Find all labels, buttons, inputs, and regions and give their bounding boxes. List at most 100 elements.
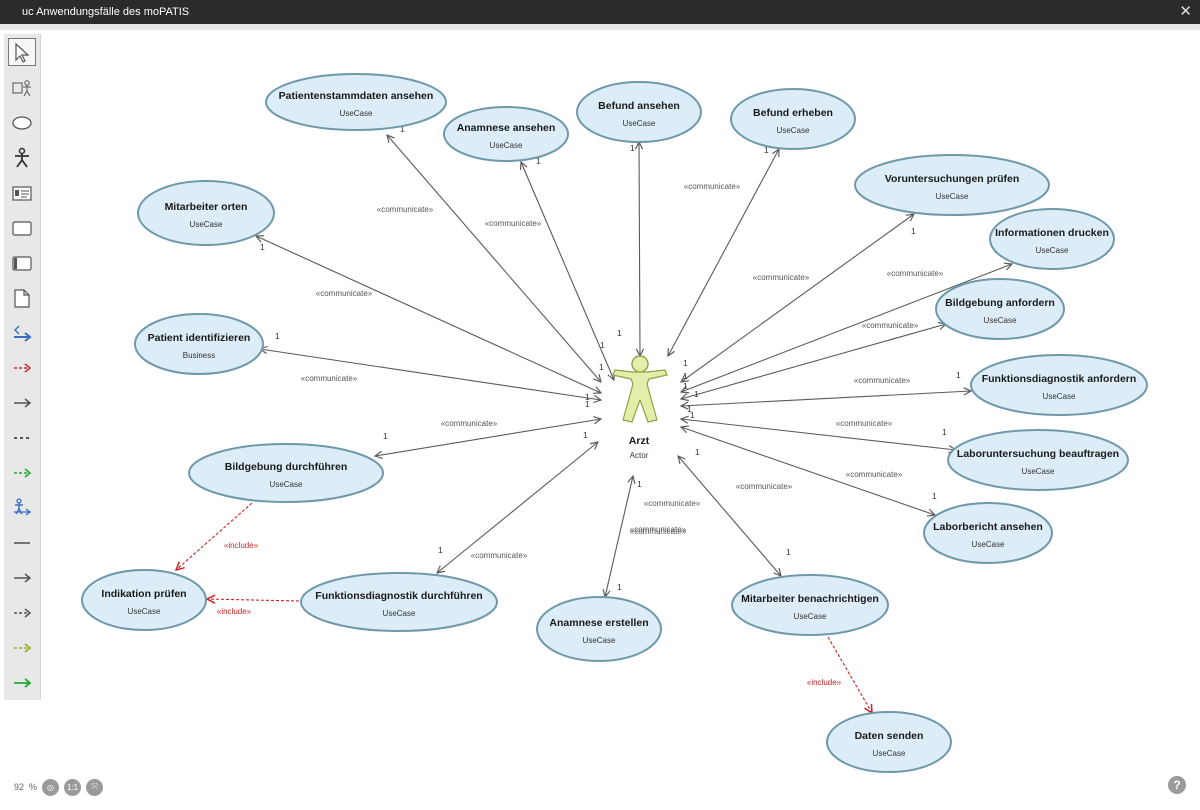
usecase-u1[interactable]: Patientenstammdaten ansehen UseCase [265, 73, 447, 131]
usecase-u13[interactable]: Laborbericht ansehen UseCase [923, 502, 1053, 564]
usecase-name: Bildgebung durchführen [225, 461, 348, 473]
usecase-u17[interactable]: Mitarbeiter benachrichtigen UseCase [731, 574, 889, 636]
association-line-u1[interactable] [387, 135, 601, 382]
multiplicity-usecase: 1 [911, 226, 916, 236]
multiplicity-usecase: 1 [260, 242, 265, 252]
association-line-u3[interactable] [639, 142, 640, 356]
association-line-u7[interactable] [256, 236, 601, 393]
multiplicity-actor: 1 [683, 381, 688, 391]
usecase-u2[interactable]: Anamnese ansehen UseCase [443, 106, 569, 162]
association-label: «communicate» [471, 551, 528, 560]
association-line-u2[interactable] [521, 162, 614, 380]
actor-stereotype: Actor [630, 451, 649, 460]
include-label: «include» [224, 541, 259, 550]
usecase-stereotype: UseCase [190, 220, 223, 229]
usecase-stereotype: UseCase [128, 607, 161, 616]
association-label: «communicate» [862, 321, 919, 330]
usecase-ellipse [576, 81, 702, 143]
usecase-name: Anamnese erstellen [549, 617, 648, 629]
multiplicity-usecase: 1 [275, 331, 280, 341]
usecase-u10[interactable]: Funktionsdiagnostik anfordern UseCase [970, 354, 1148, 416]
usecase-name: Mitarbeiter orten [165, 201, 248, 213]
multiplicity-actor: 1 [599, 362, 604, 372]
usecase-u12[interactable]: Bildgebung durchführen UseCase [188, 443, 384, 503]
usecase-name: Daten senden [855, 730, 924, 742]
help-icon[interactable]: ? [1168, 776, 1186, 794]
usecase-ellipse [970, 354, 1148, 416]
usecase-u15[interactable]: Funktionsdiagnostik durchführen UseCase [300, 572, 498, 632]
include-line[interactable] [207, 599, 300, 601]
association-label: «communicate» [854, 376, 911, 385]
usecase-ellipse [443, 106, 569, 162]
usecase-u4[interactable]: Befund erheben UseCase [730, 88, 856, 150]
usecase-stereotype: UseCase [794, 612, 827, 621]
association-line-u8[interactable] [681, 324, 946, 399]
usecase-ellipse [854, 154, 1050, 216]
usecase-ellipse [923, 502, 1053, 564]
usecase-ellipse [989, 208, 1115, 270]
association-label: «communicate» [316, 289, 373, 298]
usecase-stereotype: UseCase [340, 109, 373, 118]
usecase-stereotype: UseCase [984, 316, 1017, 325]
usecase-ellipse [134, 313, 264, 375]
actor-arzt[interactable]: Arzt Actor [612, 355, 668, 460]
multiplicity-usecase: 1 [942, 427, 947, 437]
usecase-u6[interactable]: Informationen drucken UseCase [989, 208, 1115, 270]
usecase-u16[interactable]: Anamnese erstellen UseCase [536, 596, 662, 662]
association-label: «communicate» [753, 273, 810, 282]
association-line-u11[interactable] [681, 419, 956, 450]
usecase-ellipse [265, 73, 447, 131]
association-label: «communicate» [836, 419, 893, 428]
usecase-name: Informationen drucken [995, 227, 1109, 239]
association-label: «communicate» [485, 219, 542, 228]
usecase-ellipse [188, 443, 384, 503]
usecase-name: Voruntersuchungen prüfen [885, 173, 1020, 185]
association-label: «communicate» [846, 470, 903, 479]
usecase-ellipse [947, 429, 1129, 491]
usecase-u3[interactable]: Befund ansehen UseCase [576, 81, 702, 143]
actor-icon [612, 355, 668, 423]
multiplicity-actor: 1 [585, 399, 590, 409]
multiplicity-actor: 1 [694, 389, 699, 399]
include-line[interactable] [827, 636, 872, 713]
usecase-name: Anamnese ansehen [457, 122, 556, 134]
usecase-u18[interactable]: Daten senden UseCase [826, 711, 952, 773]
multiplicity-actor: 1 [695, 447, 700, 457]
usecase-stereotype: UseCase [873, 749, 906, 758]
include-label: «include» [217, 607, 252, 616]
zoom-fit-icon[interactable]: ⤧ [86, 778, 104, 796]
multiplicity-usecase: 1 [383, 431, 388, 441]
association-line-u5[interactable] [681, 214, 914, 382]
usecase-ellipse [826, 711, 952, 773]
usecase-stereotype: UseCase [270, 480, 303, 489]
association-line-u16[interactable] [605, 476, 633, 597]
multiplicity-usecase: 1 [617, 582, 622, 592]
usecase-stereotype: Business [183, 351, 215, 360]
association-line-u10[interactable] [681, 391, 971, 406]
association-label: «communicate» [684, 182, 741, 191]
usecase-u7[interactable]: Mitarbeiter orten UseCase [137, 180, 275, 246]
usecase-name: Befund ansehen [598, 100, 680, 112]
usecase-stereotype: UseCase [972, 540, 1005, 549]
usecase-u9[interactable]: Patient identifizieren Business [134, 313, 264, 375]
usecase-ellipse [300, 572, 498, 632]
usecase-stereotype: UseCase [936, 192, 969, 201]
association-label: «communicate» [630, 525, 687, 534]
usecase-u11[interactable]: Laboruntersuchung beauftragen UseCase [947, 429, 1129, 491]
usecase-u8[interactable]: Bildgebung anfordern UseCase [935, 278, 1065, 340]
association-label: «communicate» [644, 499, 701, 508]
association-line-u4[interactable] [668, 149, 779, 356]
usecase-ellipse [536, 596, 662, 662]
usecase-u5[interactable]: Voruntersuchungen prüfen UseCase [854, 154, 1050, 216]
zoom-target-icon[interactable]: ◎ [42, 778, 60, 796]
zoom-actual-size-button[interactable]: 1:1 [64, 778, 82, 796]
usecase-name: Laboruntersuchung beauftragen [957, 448, 1119, 460]
multiplicity-actor: 1 [683, 358, 688, 368]
include-line[interactable] [176, 502, 253, 570]
association-line-u17[interactable] [678, 456, 781, 576]
usecase-stereotype: UseCase [383, 609, 416, 618]
multiplicity-actor: 1 [637, 479, 642, 489]
usecase-u14[interactable]: Indikation prüfen UseCase [81, 569, 207, 631]
zoom-unit: % [29, 782, 38, 792]
usecase-ellipse [81, 569, 207, 631]
